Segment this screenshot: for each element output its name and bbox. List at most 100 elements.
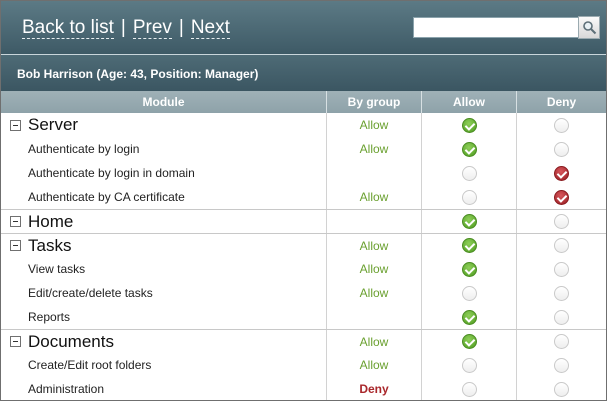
table-row: Authenticate by CA certificate Allow: [1, 185, 606, 209]
deny-radio[interactable]: [554, 141, 569, 157]
allow-cell: [422, 234, 517, 257]
deny-cell: [517, 377, 606, 400]
by-group-cell: Allow: [327, 185, 422, 209]
allow-radio[interactable]: [461, 189, 477, 205]
collapse-toggle-icon[interactable]: [10, 336, 21, 347]
prev-link[interactable]: Prev: [132, 18, 172, 39]
collapse-toggle-icon[interactable]: [10, 119, 21, 131]
table-row: Server Allow: [1, 113, 606, 137]
deny-radio[interactable]: [554, 214, 569, 229]
allow-cell: [422, 185, 517, 209]
module-cell: Tasks: [1, 234, 327, 257]
allow-radio[interactable]: [461, 285, 477, 301]
table-row: Home: [1, 209, 606, 233]
by-group-value: Allow: [359, 358, 389, 372]
column-header-deny: Deny: [546, 95, 577, 109]
allow-radio[interactable]: [461, 141, 477, 157]
deny-cell: [517, 305, 606, 329]
module-cell: Reports: [1, 305, 327, 329]
deny-cell: [517, 113, 606, 137]
permissions-window: Back to list | Prev | Next Bob Harrison …: [0, 0, 607, 401]
deny-radio[interactable]: [554, 309, 569, 325]
allow-radio[interactable]: [461, 214, 477, 229]
search-button[interactable]: [578, 16, 600, 39]
by-group-cell: Allow: [327, 234, 422, 257]
module-label: Authenticate by login in domain: [28, 166, 195, 180]
nav-separator: |: [120, 17, 126, 38]
module-label: Reports: [28, 310, 71, 324]
allow-cell: [422, 210, 517, 233]
user-title-bar: Bob Harrison (Age: 43, Position: Manager…: [1, 55, 606, 91]
by-group-cell: Allow: [327, 353, 422, 377]
search-box: [413, 17, 579, 38]
deny-cell: [517, 257, 606, 281]
allow-radio[interactable]: [461, 309, 477, 325]
deny-radio[interactable]: [554, 285, 569, 301]
allow-cell: [422, 377, 517, 400]
by-group-value: Deny: [359, 382, 389, 396]
back-to-list-link[interactable]: Back to list: [22, 18, 114, 39]
column-header-by-group: By group: [327, 91, 422, 113]
by-group-cell: Allow: [327, 137, 422, 161]
deny-radio[interactable]: [554, 381, 569, 397]
deny-radio[interactable]: [554, 261, 569, 277]
user-title: Bob Harrison (Age: 43, Position: Manager…: [17, 67, 259, 81]
allow-cell: [422, 113, 517, 137]
collapse-toggle-icon[interactable]: [10, 240, 21, 251]
next-link[interactable]: Next: [190, 18, 230, 39]
table-row: Authenticate by login Allow: [1, 137, 606, 161]
allow-radio[interactable]: [461, 357, 477, 373]
module-label: Documents: [28, 331, 114, 351]
by-group-value: Allow: [359, 262, 389, 276]
by-group-cell: Allow: [327, 281, 422, 305]
allow-radio[interactable]: [461, 117, 477, 133]
allow-cell: [422, 137, 517, 161]
by-group-value: Allow: [359, 238, 389, 253]
allow-radio[interactable]: [461, 381, 477, 397]
by-group-value: Allow: [359, 142, 389, 156]
search-icon: [583, 21, 597, 35]
deny-radio[interactable]: [554, 189, 569, 205]
by-group-cell: Allow: [327, 113, 422, 137]
by-group-cell: Deny: [327, 377, 422, 400]
by-group-value: Allow: [359, 334, 389, 349]
deny-radio[interactable]: [554, 357, 569, 373]
search-input[interactable]: [414, 18, 578, 37]
column-header-module: Module: [1, 91, 327, 113]
allow-radio[interactable]: [461, 334, 477, 349]
column-header-allow: Allow: [422, 91, 517, 113]
allow-radio[interactable]: [461, 165, 477, 181]
collapse-toggle-icon[interactable]: [10, 216, 21, 227]
module-cell: Server: [1, 113, 327, 137]
deny-radio[interactable]: [554, 117, 569, 133]
by-group-value: Allow: [359, 190, 389, 204]
module-cell: Edit/create/delete tasks: [1, 281, 327, 305]
allow-radio[interactable]: [461, 238, 477, 253]
by-group-cell: Allow: [327, 330, 422, 353]
table-row: Create/Edit root folders Allow: [1, 353, 606, 377]
module-label: Edit/create/delete tasks: [28, 286, 153, 300]
by-group-value: Allow: [359, 286, 389, 300]
deny-radio[interactable]: [554, 238, 569, 253]
table-row: Administration Deny: [1, 377, 606, 400]
allow-cell: [422, 353, 517, 377]
permissions-table-body: Server Allow Authenticate by login Allow Aut…: [1, 113, 606, 400]
module-cell: Administration: [1, 377, 327, 400]
table-row: Authenticate by login in domain: [1, 161, 606, 185]
allow-radio[interactable]: [461, 261, 477, 277]
deny-cell: [517, 353, 606, 377]
module-label: Authenticate by login: [28, 142, 140, 156]
module-label: Authenticate by CA certificate: [28, 190, 185, 204]
by-group-value: Allow: [359, 118, 389, 132]
deny-radio[interactable]: [554, 334, 569, 349]
deny-radio[interactable]: [554, 165, 569, 181]
module-cell: Create/Edit root folders: [1, 353, 327, 377]
table-row: Tasks Allow: [1, 233, 606, 257]
deny-cell: [517, 281, 606, 305]
allow-cell: [422, 161, 517, 185]
record-navigation: Back to list | Prev | Next: [22, 17, 230, 39]
deny-cell: [517, 234, 606, 257]
deny-cell: [517, 330, 606, 353]
table-row: Documents Allow: [1, 329, 606, 353]
nav-separator: |: [178, 17, 184, 38]
